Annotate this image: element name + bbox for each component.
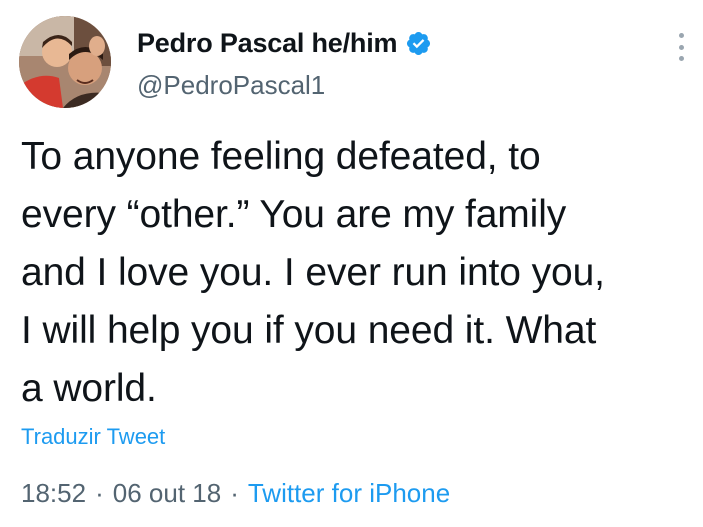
author-handle[interactable]: @PedroPascal1 [137, 70, 325, 101]
tweet-time[interactable]: 18:52 [21, 478, 86, 509]
tweet-card: Pedro Pascal he/him @PedroPascal1 To any… [0, 0, 703, 527]
tweet-text-line: every “other.” You are my family [21, 193, 567, 236]
meta-separator: · [230, 478, 239, 508]
tweet-text-line: I will help you if you need it. What [21, 309, 597, 352]
tweet-source-link[interactable]: Twitter for iPhone [248, 478, 450, 509]
author-name-row: Pedro Pascal he/him [137, 26, 432, 60]
tweet-text-line: a world. [21, 367, 157, 410]
tweet-metadata: 18:52 · 06 out 18 · Twitter for iPhone [21, 478, 450, 509]
more-dot [678, 44, 684, 50]
author-display-name[interactable]: Pedro Pascal he/him [137, 28, 398, 59]
tweet-date[interactable]: 06 out 18 [113, 478, 221, 509]
tweet-text-line: and I love you. I ever run into you, [21, 251, 605, 294]
meta-separator: · [95, 478, 104, 508]
more-dot [678, 33, 684, 38]
translate-tweet-link[interactable]: Traduzir Tweet [21, 424, 165, 450]
more-options-icon[interactable] [671, 33, 691, 61]
avatar[interactable] [19, 16, 111, 108]
verified-badge-icon [405, 30, 432, 57]
tweet-text-line: To anyone feeling defeated, to [21, 135, 541, 178]
tweet-text: To anyone feeling defeated, to every “ot… [21, 128, 691, 418]
more-dot [678, 56, 684, 61]
